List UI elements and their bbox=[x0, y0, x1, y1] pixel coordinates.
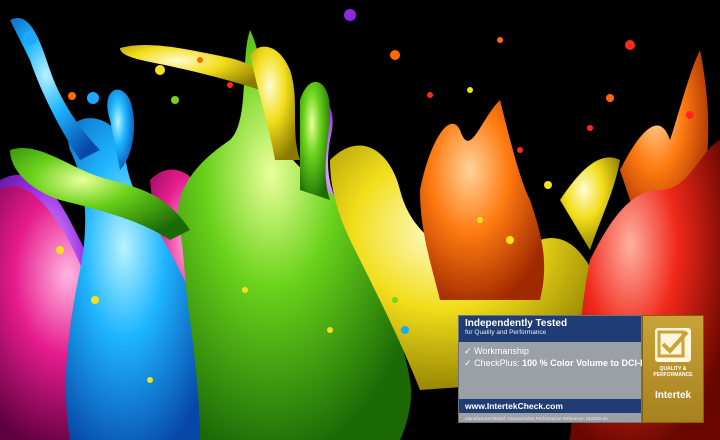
badge-subtitle: for Quality and Performance bbox=[465, 329, 547, 336]
intertek-seal: QUALITY & PERFORMANCE Intertek bbox=[642, 315, 704, 423]
badge-fine-print: Manufacturer/Model: Hisense/Ultra Perfor… bbox=[465, 416, 608, 421]
checkmark-icon bbox=[655, 328, 691, 362]
intertek-logo: Intertek bbox=[654, 390, 692, 401]
badge-header: Independently Tested for Quality and Per… bbox=[459, 316, 641, 342]
badge-info-panel: Independently Tested for Quality and Per… bbox=[458, 315, 651, 423]
intertek-badge: Independently Tested for Quality and Per… bbox=[458, 315, 704, 423]
check-mark-icon: ✓ bbox=[464, 346, 472, 356]
green-arm-right bbox=[300, 81, 330, 200]
badge-title: Independently Tested bbox=[465, 318, 568, 329]
badge-checkplus-text: 100 % Color Volume to DCI-P3 bbox=[522, 358, 651, 368]
badge-url: www.IntertekCheck.com bbox=[459, 399, 641, 413]
badge-body: ✓ Workmanship ✓ CheckPlus: 100 % Color V… bbox=[459, 342, 651, 369]
badge-line-workmanship: ✓ Workmanship bbox=[464, 345, 636, 357]
seal-text: QUALITY & PERFORMANCE bbox=[653, 366, 693, 378]
badge-line-text: Workmanship bbox=[474, 346, 529, 356]
check-mark-icon: ✓ bbox=[464, 358, 472, 368]
badge-checkplus-label: CheckPlus: bbox=[474, 358, 520, 368]
badge-line-checkplus: ✓ CheckPlus: 100 % Color Volume to DCI-P… bbox=[464, 357, 651, 369]
